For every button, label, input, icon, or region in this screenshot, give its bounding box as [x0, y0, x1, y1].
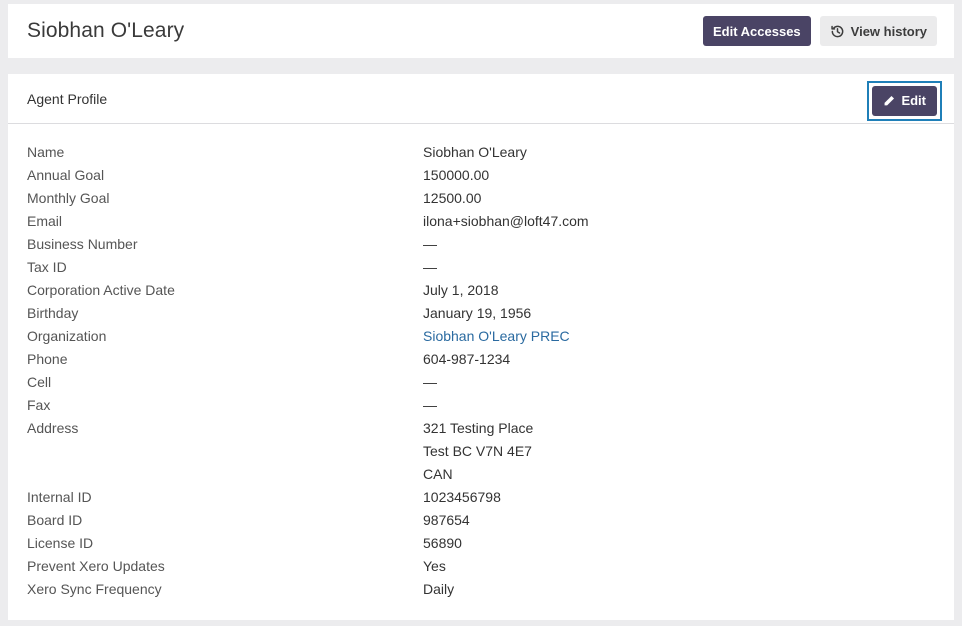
- field-label: Tax ID: [27, 259, 67, 275]
- field-label: Cell: [27, 374, 52, 390]
- address-line-2: Test BC V7N 4E7: [423, 443, 532, 459]
- field-row-corporation-active-date: Corporation Active Date July 1, 2018: [27, 279, 927, 302]
- field-label: Board ID: [27, 512, 83, 528]
- field-value: —: [423, 397, 437, 413]
- field-row-internal-id: Internal ID 1023456798: [27, 486, 927, 509]
- agent-profile-card: Agent Profile Edit Name Siobhan O'Leary …: [8, 74, 954, 620]
- field-value: 56890: [423, 535, 462, 551]
- field-label: Prevent Xero Updates: [27, 558, 165, 574]
- field-row-annual-goal: Annual Goal 150000.00: [27, 164, 927, 187]
- page-title: Siobhan O'Leary: [27, 19, 185, 42]
- field-row-license-id: License ID 56890: [27, 532, 927, 555]
- field-label: Birthday: [27, 305, 79, 321]
- header-actions: Edit Accesses View history: [702, 16, 937, 46]
- agent-profile-header: Agent Profile Edit: [8, 74, 954, 124]
- field-value: 604-987-1234: [423, 351, 511, 367]
- field-label: Xero Sync Frequency: [27, 581, 162, 597]
- field-row-board-id: Board ID 987654: [27, 509, 927, 532]
- field-row-prevent-xero-updates: Prevent Xero Updates Yes: [27, 555, 927, 578]
- field-label: Fax: [27, 397, 51, 413]
- field-row-phone: Phone 604-987-1234: [27, 348, 927, 371]
- view-history-label: View history: [850, 23, 927, 39]
- field-row-business-number: Business Number —: [27, 233, 927, 256]
- field-row-organization: Organization Siobhan O'Leary PREC: [27, 325, 927, 348]
- profile-fields: Name Siobhan O'Leary Annual Goal 150000.…: [27, 141, 927, 601]
- edit-accesses-button[interactable]: Edit Accesses: [702, 16, 811, 46]
- agent-profile-title: Agent Profile: [27, 90, 108, 107]
- edit-profile-button[interactable]: Edit: [872, 85, 937, 116]
- field-row-address: Address 321 Testing Place Test BC V7N 4E…: [27, 417, 927, 486]
- page-header: Siobhan O'Leary Edit Accesses View histo…: [8, 4, 954, 58]
- field-row-cell: Cell —: [27, 371, 927, 394]
- field-label: Organization: [27, 328, 107, 344]
- address-line-1: 321 Testing Place: [423, 420, 534, 436]
- field-row-name: Name Siobhan O'Leary: [27, 141, 927, 164]
- field-label: Phone: [27, 351, 68, 367]
- pencil-icon: [883, 95, 895, 107]
- address-value: 321 Testing Place Test BC V7N 4E7 CAN: [423, 417, 533, 486]
- field-row-email: Email ilona+siobhan@loft47.com: [27, 210, 927, 233]
- field-label: License ID: [27, 535, 94, 551]
- field-label: Business Number: [27, 236, 138, 252]
- field-label: Email: [27, 213, 63, 229]
- field-value: Siobhan O'Leary: [423, 144, 527, 160]
- field-row-fax: Fax —: [27, 394, 927, 417]
- field-value: 987654: [423, 512, 470, 528]
- field-label: Internal ID: [27, 489, 92, 505]
- view-history-button[interactable]: View history: [819, 16, 937, 46]
- field-value: Yes: [423, 558, 446, 574]
- field-value: ilona+siobhan@loft47.com: [423, 213, 589, 229]
- field-label: Monthly Goal: [27, 190, 110, 206]
- field-value: January 19, 1956: [423, 305, 532, 321]
- field-label: Annual Goal: [27, 167, 105, 183]
- address-line-3: CAN: [423, 466, 453, 482]
- field-value: —: [423, 236, 437, 252]
- field-row-birthday: Birthday January 19, 1956: [27, 302, 927, 325]
- field-row-monthly-goal: Monthly Goal 12500.00: [27, 187, 927, 210]
- field-row-xero-sync-frequency: Xero Sync Frequency Daily: [27, 578, 927, 601]
- field-value: Daily: [423, 581, 455, 597]
- organization-link[interactable]: Siobhan O'Leary PREC: [423, 325, 570, 348]
- edit-label: Edit: [901, 93, 926, 108]
- field-value: —: [423, 374, 437, 390]
- field-row-tax-id: Tax ID —: [27, 256, 927, 279]
- field-label: Address: [27, 420, 79, 436]
- field-value: 12500.00: [423, 190, 482, 206]
- field-value: 150000.00: [423, 167, 490, 183]
- field-value: July 1, 2018: [423, 282, 499, 298]
- field-label: Name: [27, 144, 65, 160]
- field-label: Corporation Active Date: [27, 282, 175, 298]
- history-icon: [830, 24, 845, 39]
- field-value: —: [423, 259, 437, 275]
- field-value: 1023456798: [423, 489, 501, 505]
- edit-button-focus-ring: Edit: [867, 80, 942, 121]
